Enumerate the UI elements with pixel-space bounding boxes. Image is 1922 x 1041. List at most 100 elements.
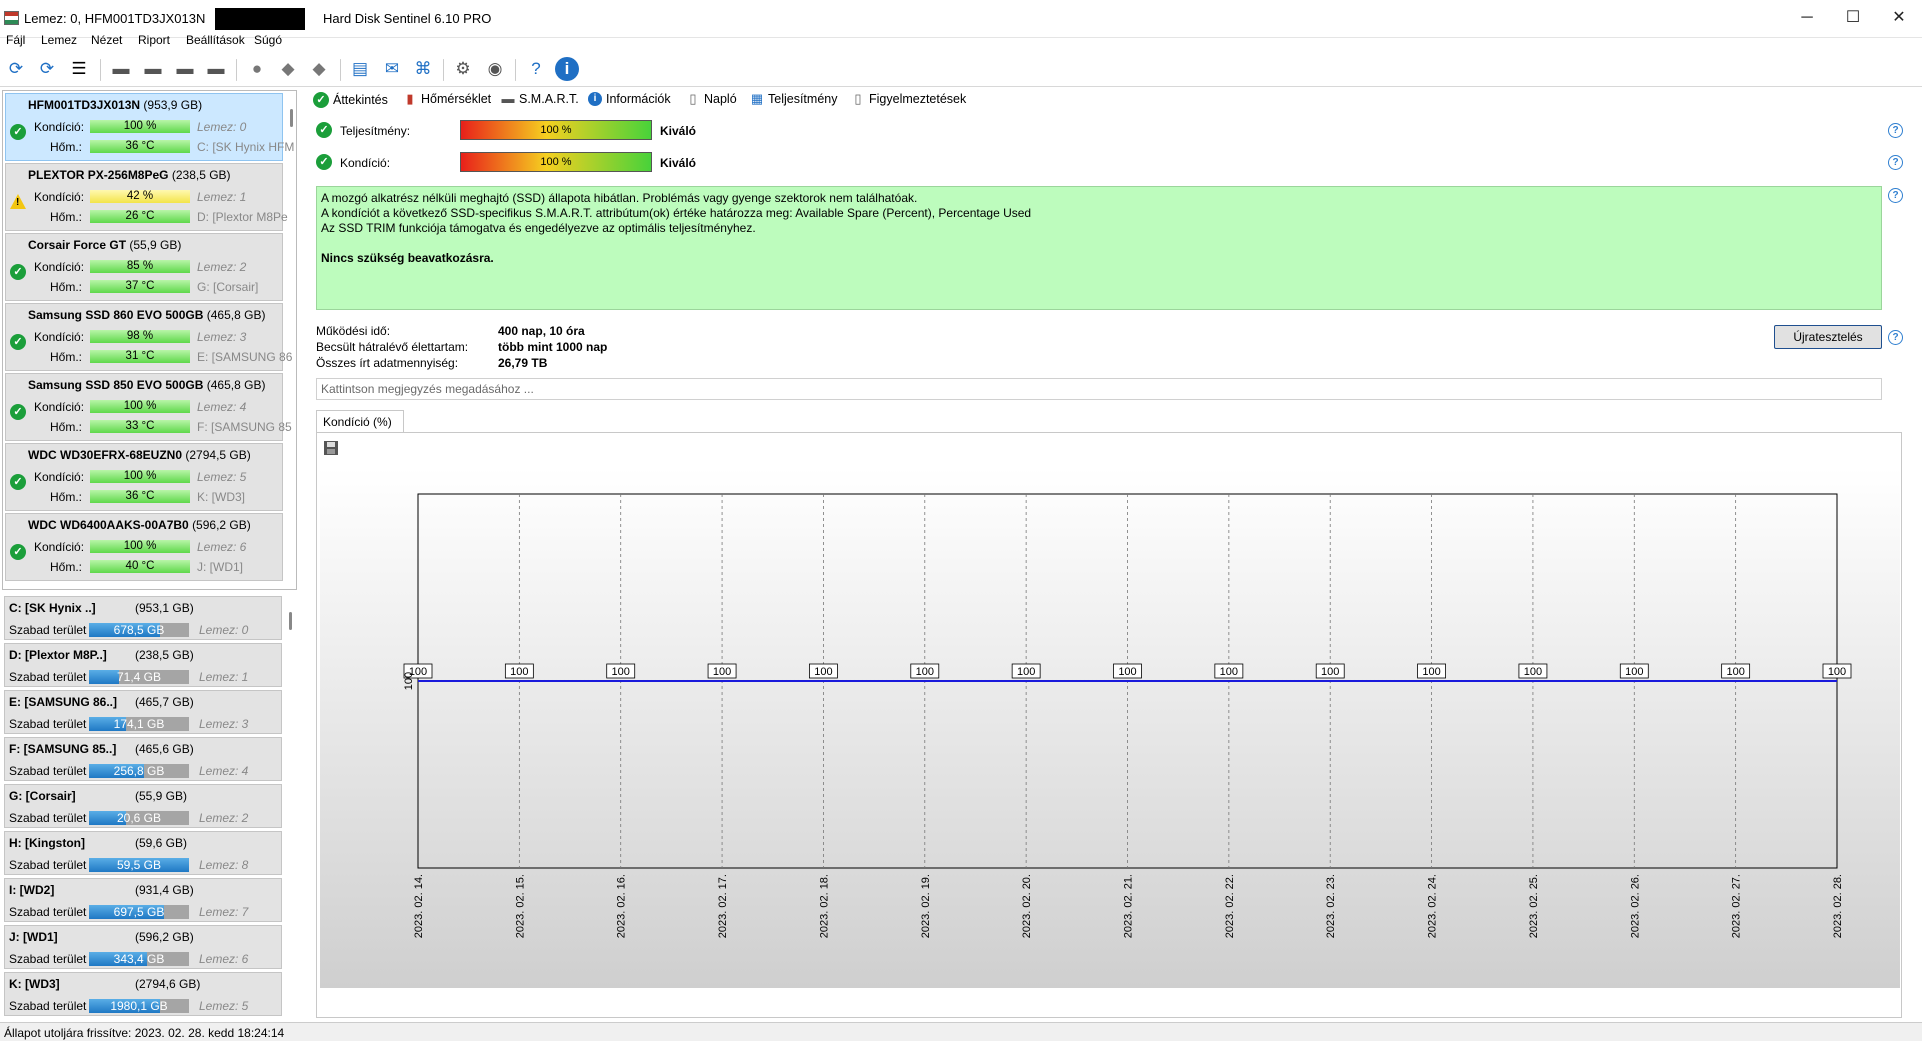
volume-item[interactable]: I: [WD2] (931,4 GB) Szabad terület 697,5… [4,878,282,922]
lifetime-label: Becsült hátralévő élettartam: [316,340,469,354]
report-icon[interactable]: ▤ [347,56,373,82]
network-icon[interactable]: ⌘ [410,56,436,82]
tab-overview[interactable]: ✓ Áttekintés [313,92,388,108]
disk-index: Lemez: 8 [199,858,249,872]
disk-icon: ▬ [501,91,515,106]
disk-list-scrollbar[interactable] [290,109,293,127]
x-tick-label: 2023. 02. 27. [1731,874,1743,938]
data-label: 100 [1321,666,1339,678]
help-icon[interactable]: ? [1888,330,1903,345]
app-icon [4,11,19,25]
menu-settings[interactable]: Beállítások [186,33,245,47]
disk-list: HFM001TD3JX013N (953,9 GB) ✓ Kondíció: 1… [2,90,297,590]
disk-icon[interactable]: ▬ [108,56,134,82]
hdd-alert-icon[interactable]: ◆ [306,56,332,82]
menu-disk[interactable]: Lemez [41,33,77,47]
x-tick-label: 2023. 02. 14. [413,874,425,938]
uptime-value: 400 nap, 10 óra [498,324,585,338]
volume-list-scrollbar[interactable] [289,612,292,630]
x-tick-label: 2023. 02. 25. [1528,874,1540,938]
volume-capacity: (596,2 GB) [135,930,194,944]
tab-alerts[interactable]: ▯ Figyelmeztetések [851,92,966,107]
temperature-value: 36 °C [90,140,190,153]
hdd-icon[interactable]: ● [244,56,270,82]
info-line: A kondíciót a következő SSD-specifikus S… [321,206,1032,220]
menu-help[interactable]: Súgó [254,33,282,47]
volume-item[interactable]: K: [WD3] (2794,6 GB) Szabad terület 1980… [4,972,282,1016]
disk-item[interactable]: Samsung SSD 850 EVO 500GB (465,8 GB) ✓ K… [5,373,292,441]
save-icon[interactable] [323,440,339,456]
condition-label: Kondíció: [34,540,85,554]
free-space-bar: 343,4 GB [89,952,189,966]
note-input[interactable]: Kattintson megjegyzés megadásához ... [316,378,1882,400]
free-space-label: Szabad terület [9,717,87,731]
volume-item[interactable]: J: [WD1] (596,2 GB) Szabad terület 343,4… [4,925,282,969]
disk-volume: D: [Plextor M8Pe [197,210,288,224]
disk-item[interactable]: PLEXTOR PX-256M8PeG (238,5 GB) ! Kondíci… [5,163,288,231]
volume-item[interactable]: F: [SAMSUNG 85..] (465,6 GB) Szabad terü… [4,737,282,781]
retest-button[interactable]: Újratesztelés [1774,325,1882,349]
tab-smart[interactable]: ▬ S.M.A.R.T. [501,91,579,107]
sound-icon[interactable]: ◉ [482,56,508,82]
condition-value: 100 % [90,400,190,413]
free-space-value: 678,5 GB [113,623,165,637]
free-space-value: 697,5 GB [113,905,165,919]
x-tick-label: 2023. 02. 26. [1629,874,1641,938]
disk-item[interactable]: Samsung SSD 860 EVO 500GB (465,8 GB) ✓ K… [5,303,292,371]
document-icon: ▯ [689,91,697,106]
volume-name: K: [WD3] [9,977,60,991]
disk-item[interactable]: HFM001TD3JX013N (953,9 GB) ✓ Kondíció: 1… [5,93,294,161]
disk-check-icon[interactable]: ▬ [172,56,198,82]
data-label: 100 [510,666,528,678]
free-space-value: 59,5 GB [116,858,162,872]
disk-index: Lemez: 6 [199,952,249,966]
menu-file[interactable]: Fájl [6,33,25,47]
free-space-bar: 71,4 GB [89,670,189,684]
disk-index: Lemez: 0 [199,623,249,637]
tab-performance[interactable]: ▦ Teljesítmény [750,92,838,107]
redacted-area [215,8,305,30]
volume-item[interactable]: H: [Kingston] (59,6 GB) Szabad terület 5… [4,831,282,875]
free-space-bar: 678,5 GB [89,623,189,637]
volume-item[interactable]: D: [Plextor M8P..] (238,5 GB) Szabad ter… [4,643,282,687]
volume-item[interactable]: G: [Corsair] (55,9 GB) Szabad terület 20… [4,784,282,828]
x-tick-label: 2023. 02. 18. [818,874,830,938]
condition-ok-icon: ✓ [316,154,332,170]
tab-information[interactable]: i Információk [588,92,671,106]
volume-capacity: (931,4 GB) [135,883,194,897]
tab-temperature[interactable]: ▮ Hőmérséklet [403,92,491,107]
disk-item[interactable]: WDC WD6400AAKS-00A7B0 (596,2 GB) ✓ Kondí… [5,513,283,581]
menu-view[interactable]: Nézet [91,33,122,47]
help-icon[interactable]: ? [1888,155,1903,170]
disk-list-icon[interactable]: ☰ [66,56,92,82]
menu-report[interactable]: Riport [138,33,170,47]
help-icon[interactable]: ? [523,56,549,82]
info-icon[interactable]: i [555,57,579,81]
tab-log[interactable]: ▯ Napló [686,91,736,107]
disk-search-icon[interactable]: ▬ [203,56,229,82]
condition-label: Kondíció: [34,330,85,344]
help-icon[interactable]: ? [1888,188,1903,203]
disk-item[interactable]: WDC WD30EFRX-68EUZN0 (2794,5 GB) ✓ Kondí… [5,443,283,511]
settings-icon[interactable]: ⚙ [450,56,476,82]
hdd-tools-icon[interactable]: ◆ [275,56,301,82]
temperature-value: 26 °C [90,210,190,223]
status-ok-icon: ✓ [10,474,26,490]
volume-item[interactable]: C: [SK Hynix ..] (953,1 GB) Szabad terül… [4,596,282,640]
email-icon[interactable]: ✉ [379,56,405,82]
info-recommendation: Nincs szükség beavatkozásra. [321,251,494,265]
disk-time-icon[interactable]: ▬ [140,56,166,82]
volume-item[interactable]: E: [SAMSUNG 86..] (465,7 GB) Szabad terü… [4,690,282,734]
refresh-icon[interactable]: ⟳ [3,56,29,82]
x-tick-label: 2023. 02. 16. [616,874,628,938]
disk-item[interactable]: Corsair Force GT (55,9 GB) ✓ Kondíció: 8… [5,233,283,301]
help-icon[interactable]: ? [1888,123,1903,138]
disk-index: Lemez: 6 [197,540,247,554]
x-tick-label: 2023. 02. 23. [1325,874,1337,938]
chart-tab-condition[interactable]: Kondíció (%) [316,410,404,432]
free-space-value: 1980,1 GB [110,999,168,1013]
condition-value: 98 % [90,330,190,343]
disk-name: PLEXTOR PX-256M8PeG (238,5 GB) [28,168,231,182]
volume-name: D: [Plextor M8P..] [9,648,107,662]
refresh-warning-icon[interactable]: ⟳ [34,56,60,82]
